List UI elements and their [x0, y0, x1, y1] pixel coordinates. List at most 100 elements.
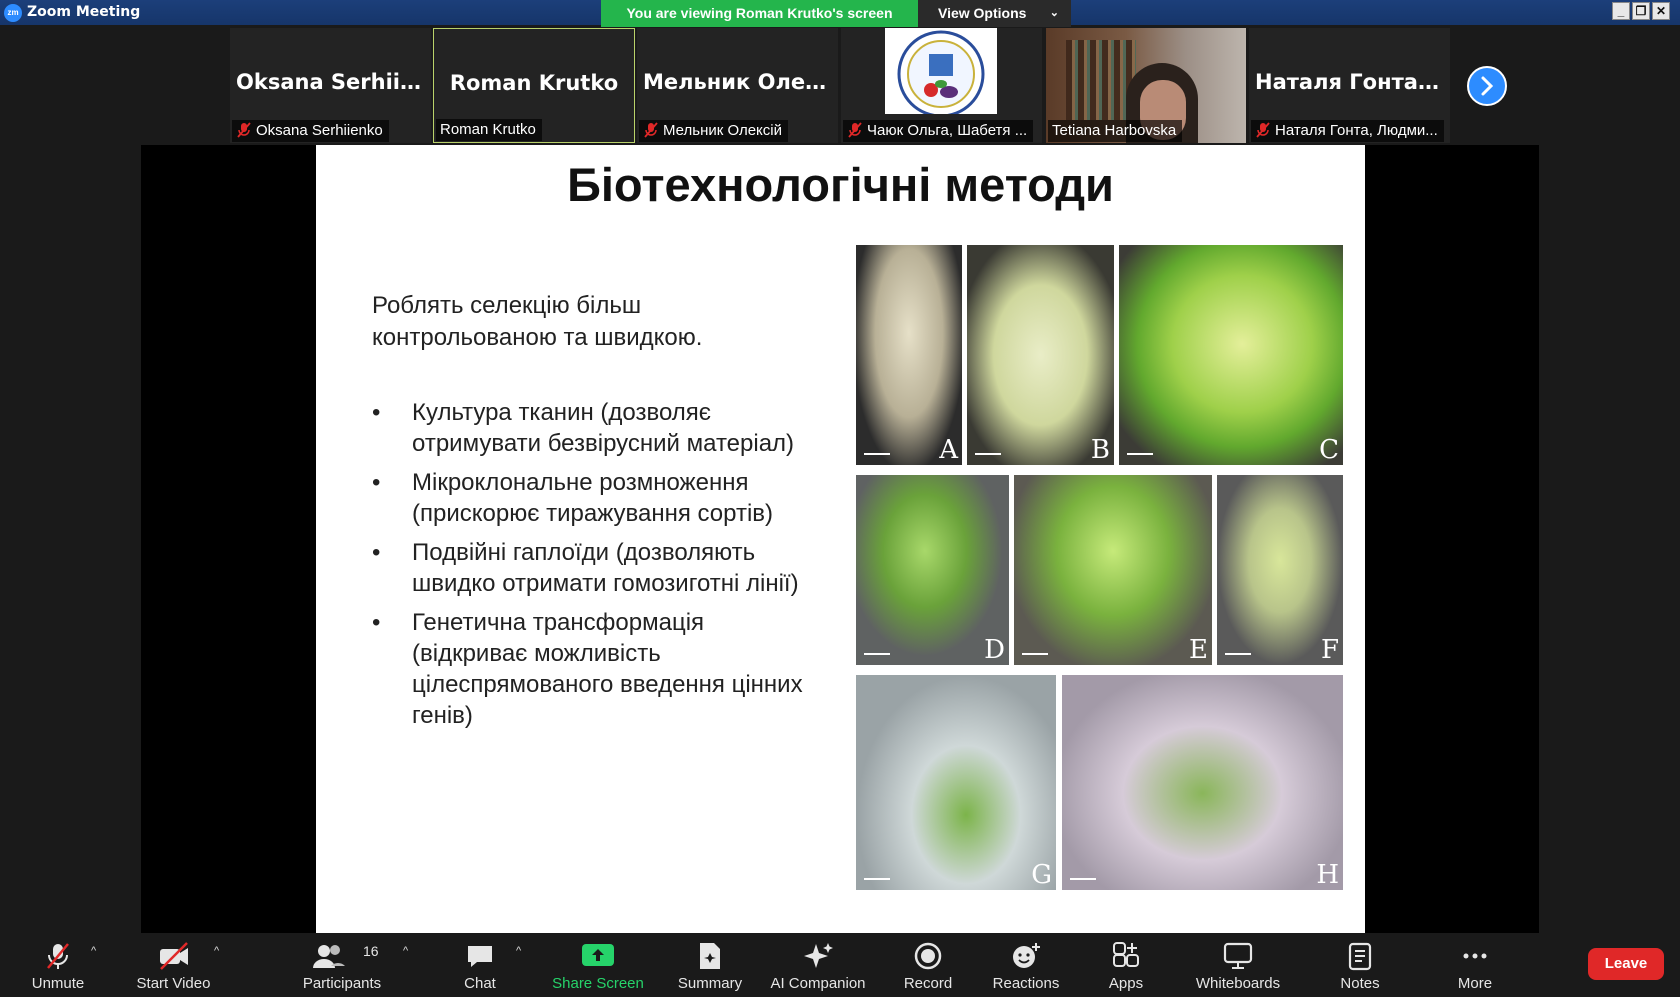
summary-button[interactable]: Summary	[670, 933, 750, 997]
next-page-button[interactable]	[1467, 66, 1507, 106]
view-options-label: View Options	[938, 5, 1027, 21]
caret-up-icon: ^	[403, 945, 409, 957]
participant-tile[interactable]: Tetiana Harbovska	[1046, 28, 1246, 143]
notes-label: Notes	[1340, 975, 1380, 992]
participant-label: Чаюк Ольга, Шабетя ...	[843, 120, 1034, 142]
muted-mic-icon	[644, 122, 658, 138]
participant-name-display: Мельник Олек...	[643, 70, 838, 94]
ai-companion-button[interactable]: AI Companion	[764, 933, 872, 997]
participants-icon	[313, 945, 345, 968]
apps-button[interactable]: Apps	[1096, 933, 1156, 997]
photo-label: F	[1320, 635, 1339, 665]
presentation-slide: Біотехнологічні методи Роблять селекцію …	[316, 145, 1365, 933]
summary-label: Summary	[677, 975, 743, 992]
participant-tile[interactable]: Чаюк Ольга, Шабетя ...	[841, 28, 1042, 143]
shared-screen: Біотехнологічні методи Роблять селекцію …	[141, 145, 1539, 933]
ai-companion-label: AI Companion	[770, 975, 866, 992]
close-button[interactable]: ✕	[1652, 2, 1670, 20]
bullet-item: Генетична трансформація (відкриває можли…	[372, 607, 812, 731]
participant-tile[interactable]: Oksana Serhiien... Oksana Serhiienko	[230, 28, 431, 143]
bullet-item: Подвійні гаплоїди (дозволяють швидко отр…	[372, 537, 812, 599]
chat-button[interactable]: Chat	[450, 933, 510, 997]
window-title: Zoom Meeting	[27, 4, 141, 20]
plant-photo: A	[856, 245, 962, 465]
chat-icon	[468, 946, 492, 967]
minimize-button[interactable]: _	[1612, 2, 1630, 20]
participant-label: Oksana Serhiienko	[232, 120, 389, 142]
caret-up-icon: ^	[214, 945, 220, 957]
reactions-button[interactable]: Reactions	[986, 933, 1066, 997]
slide-bullet-list: Культура тканин (дозволяє отримувати без…	[372, 397, 812, 739]
more-icon	[1463, 953, 1487, 959]
university-logo	[885, 28, 997, 118]
notes-button[interactable]: Notes	[1330, 933, 1390, 997]
summary-icon	[700, 943, 720, 969]
notes-icon	[1348, 942, 1372, 971]
apps-label: Apps	[1108, 975, 1144, 992]
muted-mic-icon	[848, 122, 862, 138]
participant-label: Roman Krutko	[436, 119, 542, 141]
record-label: Record	[903, 975, 953, 992]
view-options-button[interactable]: View Options ⌄	[918, 0, 1071, 27]
participant-label: Наталя Гонта, Людми...	[1251, 120, 1444, 142]
photo-label: G	[1031, 860, 1052, 890]
caret-up-icon: ^	[516, 945, 522, 957]
more-button[interactable]: More	[1445, 933, 1505, 997]
plant-photo: H	[1062, 675, 1343, 890]
meeting-toolbar: Unmute ^ Start Video ^ 16 Participants ^…	[0, 933, 1680, 997]
participant-name-display: Roman Krutko	[449, 71, 619, 95]
slide-intro: Роблять селекцію більш контрольованою та…	[372, 292, 703, 351]
share-screen-button[interactable]: Share Screen	[548, 933, 648, 997]
unmute-button[interactable]: Unmute	[22, 933, 94, 997]
plant-photo: C	[1119, 245, 1343, 465]
muted-mic-icon	[47, 943, 69, 969]
record-button[interactable]: Record	[893, 933, 963, 997]
video-options-caret[interactable]: ^	[211, 933, 227, 997]
video-off-icon	[159, 942, 188, 970]
reactions-label: Reactions	[992, 975, 1060, 992]
participant-label: Tetiana Harbovska	[1048, 120, 1183, 142]
audio-options-caret[interactable]: ^	[88, 933, 104, 997]
share-screen-label: Share Screen	[552, 975, 644, 992]
participants-options-caret[interactable]: ^	[400, 933, 416, 997]
photo-label: C	[1319, 435, 1339, 465]
apps-icon	[1113, 942, 1139, 967]
zoom-logo-icon: zm	[4, 4, 22, 22]
participant-gallery: Oksana Serhiien... Oksana Serhiienko Rom…	[0, 27, 1680, 145]
whiteboard-icon	[1223, 942, 1253, 969]
participant-tile[interactable]: Наталя Гонта,... Наталя Гонта, Людми...	[1249, 28, 1450, 143]
plant-photo: D	[856, 475, 1009, 665]
plant-photo: E	[1014, 475, 1212, 665]
participants-label: Participants	[302, 975, 382, 992]
plant-photo: B	[967, 245, 1114, 465]
participants-button[interactable]: 16 Participants	[296, 933, 388, 997]
chat-label: Chat	[464, 975, 496, 992]
caret-up-icon: ^	[91, 945, 97, 957]
sparkle-icon	[804, 943, 833, 968]
record-icon	[914, 942, 942, 970]
participant-label: Мельник Олексій	[639, 120, 789, 142]
photo-label: A	[939, 435, 958, 465]
slide-title: Біотехнологічні методи	[567, 158, 1114, 211]
photo-label: E	[1189, 635, 1208, 665]
start-video-label: Start Video	[136, 975, 211, 992]
leave-button[interactable]: Leave	[1588, 948, 1664, 980]
participant-tile[interactable]: Roman Krutko Roman Krutko	[433, 28, 635, 143]
participant-name-display: Oksana Serhiien...	[236, 70, 431, 94]
bullet-item: Культура тканин (дозволяє отримувати без…	[372, 397, 812, 459]
participant-tile[interactable]: Мельник Олек... Мельник Олексій	[637, 28, 838, 143]
share-screen-icon	[582, 944, 614, 966]
photo-label: H	[1316, 860, 1339, 890]
participants-count: 16	[363, 943, 379, 959]
photo-label: D	[984, 635, 1005, 665]
more-label: More	[1457, 975, 1493, 992]
muted-mic-icon	[237, 122, 251, 138]
whiteboards-button[interactable]: Whiteboards	[1188, 933, 1288, 997]
viewing-screen-banner: You are viewing Roman Krutko's screen	[601, 0, 918, 27]
start-video-button[interactable]: Start Video	[130, 933, 217, 997]
restore-button[interactable]: ❐	[1632, 2, 1650, 20]
chat-options-caret[interactable]: ^	[513, 933, 529, 997]
bullet-item: Мікроклональне розмноження (прискорює ти…	[372, 467, 812, 529]
chevron-down-icon: ⌄	[1049, 7, 1059, 19]
participant-name-display: Наталя Гонта,...	[1255, 70, 1450, 94]
